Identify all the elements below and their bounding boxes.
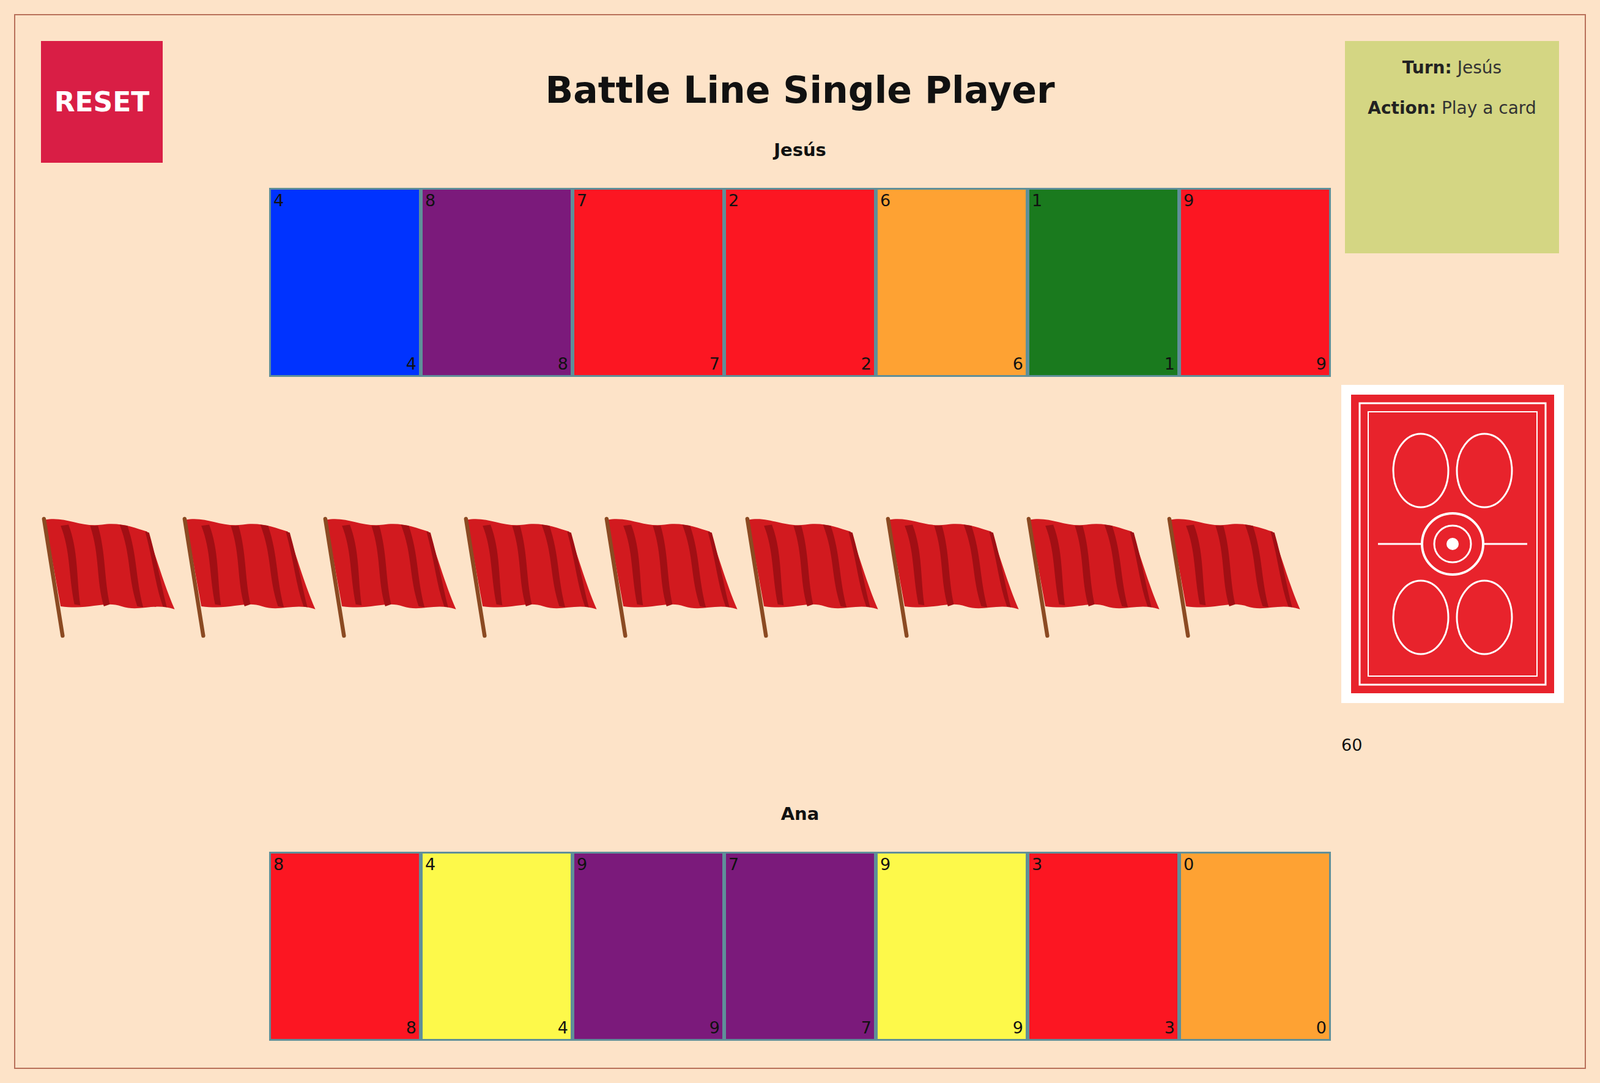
game-board: RESETBattle Line Single PlayerJesús44887…: [14, 14, 1586, 1069]
hand-card[interactable]: 11: [1027, 187, 1180, 377]
action-status: Action:Play a card: [1367, 97, 1536, 120]
hand-card[interactable]: 99: [875, 851, 1028, 1041]
hand-card[interactable]: 88: [269, 851, 421, 1041]
hand-card[interactable]: 66: [875, 187, 1028, 377]
flag-icon[interactable]: [603, 514, 742, 640]
reset-button[interactable]: RESET: [40, 40, 163, 163]
flag-icon[interactable]: [885, 514, 1023, 640]
hand-card[interactable]: 44: [269, 187, 421, 377]
hand-card[interactable]: 99: [572, 851, 725, 1041]
status-panel: Turn:Jesús Action:Play a card: [1344, 40, 1560, 254]
hand-card[interactable]: 77: [572, 187, 725, 377]
flag-icon[interactable]: [1025, 514, 1164, 640]
hand-card[interactable]: 22: [724, 187, 876, 377]
hand-card[interactable]: 00: [1179, 851, 1331, 1041]
game-title: Battle Line Single Player: [545, 67, 1056, 113]
flag-icon[interactable]: [744, 514, 882, 640]
hand-card[interactable]: 44: [420, 851, 573, 1041]
hand-card[interactable]: 33: [1027, 851, 1180, 1041]
player-name: Ana: [781, 802, 820, 825]
flag-icon[interactable]: [181, 514, 320, 640]
flag-icon[interactable]: [462, 514, 601, 640]
flag-icon[interactable]: [322, 514, 460, 640]
player-hand: 88449977993300: [269, 851, 1331, 1041]
player-hand: 44887722661199: [269, 187, 1331, 377]
hand-card[interactable]: 99: [1179, 187, 1331, 377]
deck-icon[interactable]: [1341, 384, 1564, 703]
flag-icon[interactable]: [1166, 514, 1304, 640]
player-name: Jesús: [773, 138, 827, 161]
turn-status: Turn:Jesús: [1402, 56, 1502, 79]
deck-count: 60: [1341, 734, 1363, 756]
flag-row: [40, 514, 1342, 640]
hand-card[interactable]: 77: [724, 851, 876, 1041]
flag-icon[interactable]: [40, 514, 179, 640]
hand-card[interactable]: 88: [420, 187, 573, 377]
